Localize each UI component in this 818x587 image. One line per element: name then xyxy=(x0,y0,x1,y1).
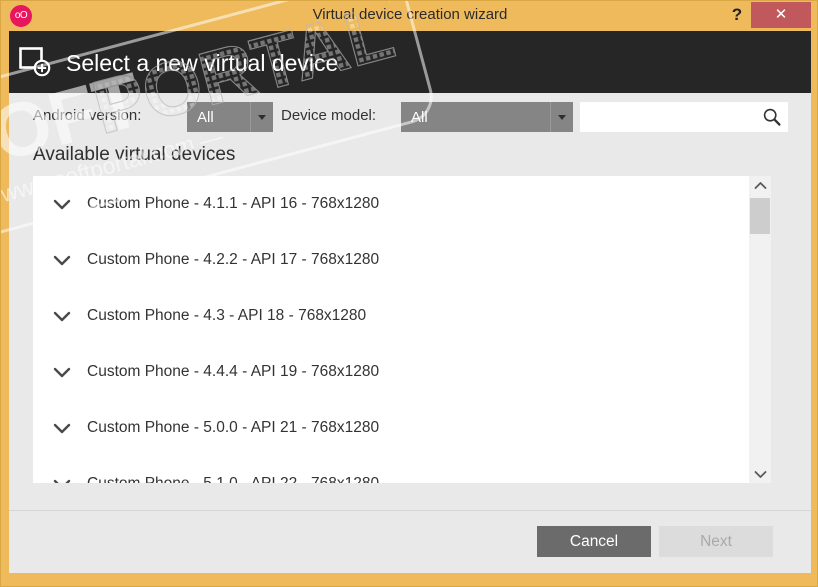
chevron-up-icon[interactable] xyxy=(749,176,771,194)
list-item[interactable]: Custom Phone - 4.2.2 - API 17 - 768x1280 xyxy=(33,232,749,288)
search-icon[interactable] xyxy=(762,107,782,127)
chevron-down-icon[interactable] xyxy=(51,305,73,327)
window-title: Virtual device creation wizard xyxy=(312,6,508,23)
device-model-label: Device model: xyxy=(281,107,377,124)
chevron-down-icon[interactable] xyxy=(51,361,73,383)
chevron-down-icon xyxy=(250,102,273,132)
android-version-label: Android version: xyxy=(33,107,142,124)
page-title: Available virtual devices xyxy=(33,144,236,165)
device-model-select[interactable]: All xyxy=(401,102,573,132)
android-version-select[interactable]: All xyxy=(187,102,273,132)
dialog-client-area: Select a new virtual device Android vers… xyxy=(9,31,811,573)
filter-toolbar: Android version: All Device model: All xyxy=(9,93,811,141)
search-input[interactable] xyxy=(580,102,756,132)
close-button[interactable]: ✕ xyxy=(751,2,811,28)
chevron-down-icon[interactable] xyxy=(51,417,73,439)
virtual-device-wizard-window: oO Virtual device creation wizard ? ✕ Se… xyxy=(0,0,818,587)
list-item[interactable]: Custom Phone - 5.1.0 - API 22 - 768x1280 xyxy=(33,456,749,483)
list-scrollbar[interactable] xyxy=(749,176,771,483)
cancel-button[interactable]: Cancel xyxy=(537,526,651,557)
device-name: Custom Phone - 4.4.4 - API 19 - 768x1280 xyxy=(87,363,380,380)
device-name: Custom Phone - 5.1.0 - API 22 - 768x1280 xyxy=(87,475,379,483)
chevron-down-icon[interactable] xyxy=(51,473,73,483)
device-name: Custom Phone - 4.1.1 - API 16 - 768x1280 xyxy=(87,195,380,212)
title-bar: oO Virtual device creation wizard ? ✕ xyxy=(1,1,817,29)
device-name: Custom Phone - 4.2.2 - API 17 - 768x1280 xyxy=(87,251,380,268)
device-name: Custom Phone - 4.3 - API 18 - 768x1280 xyxy=(87,307,367,324)
wizard-banner: Select a new virtual device xyxy=(9,31,811,93)
android-version-value: All xyxy=(197,108,214,126)
list-item[interactable]: Custom Phone - 4.3 - API 18 - 768x1280 xyxy=(33,288,749,344)
dialog-footer: Cancel Next xyxy=(9,510,811,573)
search-box[interactable] xyxy=(580,102,788,132)
device-model-value: All xyxy=(411,108,428,126)
help-button[interactable]: ? xyxy=(723,1,751,29)
next-button: Next xyxy=(659,526,773,557)
device-list-scroll-area: Custom Phone - 4.1.1 - API 16 - 768x1280… xyxy=(33,176,749,483)
chevron-down-icon[interactable] xyxy=(51,249,73,271)
new-device-icon xyxy=(19,47,51,77)
list-item[interactable]: Custom Phone - 4.1.1 - API 16 - 768x1280 xyxy=(33,176,749,232)
list-item[interactable]: Custom Phone - 4.4.4 - API 19 - 768x1280 xyxy=(33,344,749,400)
device-name: Custom Phone - 5.0.0 - API 21 - 768x1280 xyxy=(87,419,380,436)
list-item[interactable]: Custom Phone - 5.0.0 - API 21 - 768x1280 xyxy=(33,400,749,456)
chevron-down-icon[interactable] xyxy=(749,465,771,483)
scrollbar-thumb[interactable] xyxy=(750,198,770,234)
chevron-down-icon[interactable] xyxy=(51,193,73,215)
chevron-down-icon xyxy=(550,102,573,132)
available-devices-list: Custom Phone - 4.1.1 - API 16 - 768x1280… xyxy=(33,176,771,483)
banner-title: Select a new virtual device xyxy=(66,50,339,76)
